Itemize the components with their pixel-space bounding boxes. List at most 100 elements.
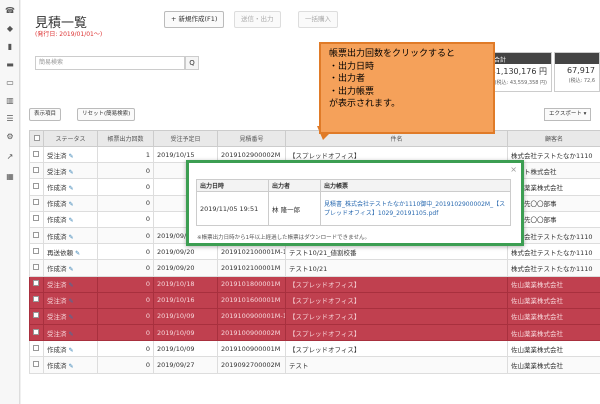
list-icon[interactable]: ☰ (5, 114, 15, 124)
estimate-number-cell[interactable]: 2019100900001M-1 (217, 307, 286, 326)
summary-box-right: 67,917 (税込: 72,6 (554, 52, 600, 92)
pencil-icon[interactable]: ✎ (69, 169, 74, 176)
callout-note: 帳票出力回数をクリックすると ・出力日時 ・出力者 ・出力帳票 が表示されます。 (319, 42, 495, 134)
calculator-icon[interactable]: ▦ (5, 172, 15, 182)
share-icon[interactable]: ↗ (5, 152, 15, 162)
output-count-cell[interactable]: 0 (97, 194, 154, 212)
output-count-cell[interactable]: 0 (97, 340, 154, 358)
export-button[interactable]: エクスポート ▾ (544, 108, 592, 121)
table-row[interactable]: 作成済 ✎ 0 2019/09/27 2019092700002M テスト 佐山薬業株式会… (29, 356, 600, 374)
pencil-icon[interactable]: ✎ (69, 363, 74, 370)
output-history-table: 出力日時 出力者 出力帳票 2019/11/05 19:51 林 隆一郎 見積書… (196, 179, 511, 226)
reset-button[interactable]: リセット(簡易検索) (77, 108, 136, 121)
row-checkbox[interactable] (29, 145, 44, 164)
pencil-icon[interactable]: ✎ (69, 314, 74, 321)
row-checkbox[interactable] (29, 356, 44, 374)
output-file-link[interactable]: 見積書_株式会社テストたなか1110御中_2019102900002M_【スプレ… (324, 201, 505, 217)
customer-cell: 佐山薬業株式会社 (507, 275, 600, 293)
row-checkbox[interactable] (29, 243, 44, 261)
select-all-checkbox[interactable] (29, 130, 44, 147)
output-history-row: 2019/11/05 19:51 林 隆一郎 見積書_株式会社テストたなか111… (196, 191, 511, 226)
pencil-icon[interactable]: ✎ (69, 347, 74, 354)
output-count-cell[interactable]: 1 (97, 145, 154, 164)
new-button[interactable]: + 新規作成(F1) (164, 11, 225, 28)
pencil-icon[interactable]: ✎ (69, 153, 74, 160)
column-header[interactable]: ステータス (43, 130, 98, 147)
send-output-button[interactable]: 送信・出力 (234, 11, 281, 28)
chart-icon[interactable]: ▮ (5, 42, 15, 52)
row-checkbox[interactable] (29, 291, 44, 309)
estimate-number-cell[interactable]: 2019101600001M (217, 291, 286, 309)
customer-cell: 佐山薬業株式会社 (507, 324, 600, 342)
column-header[interactable]: 受注予定日 (153, 130, 218, 147)
pencil-icon[interactable]: ✎ (69, 217, 74, 224)
row-checkbox[interactable] (29, 226, 44, 245)
table-row[interactable]: 再送依頼 ✎ 0 2019/09/20 2019102100001M-1 テスト10/2… (29, 243, 600, 261)
subject-cell: テスト (285, 356, 508, 374)
customer-cell: 株式会社テストたなか1110 (507, 243, 600, 261)
column-header[interactable]: 見積番号 (217, 130, 286, 147)
subject-cell: 【スプレッドオフィス】 (285, 307, 508, 326)
sidebar: ☎ ◆ ▮ ▬ ▭ ▥ ☰ ⚙ ↗ ▦ (0, 0, 20, 404)
subject-cell: テスト10/21 (285, 259, 508, 277)
row-checkbox[interactable] (29, 194, 44, 212)
pencil-icon[interactable]: ✎ (69, 185, 74, 192)
estimate-number-cell[interactable]: 2019092700002M (217, 356, 286, 374)
output-count-cell[interactable]: 0 (97, 178, 154, 196)
status-label: 作成済 (47, 183, 67, 192)
output-count-cell[interactable]: 0 (97, 356, 154, 374)
estimate-number-cell[interactable]: 2019100900002M (217, 324, 286, 342)
row-checkbox[interactable] (29, 178, 44, 196)
search-button[interactable]: Q (185, 56, 199, 70)
table-row[interactable]: 受注済 ✎ 0 2019/10/09 2019100900001M-1 【スプレッドオフ… (29, 307, 600, 326)
estimate-number-cell[interactable]: 2019102100001M (217, 259, 286, 277)
status-label: 作成済 (47, 216, 67, 225)
output-count-cell[interactable]: 0 (97, 162, 154, 180)
output-count-cell[interactable]: 0 (97, 210, 154, 228)
search-input[interactable]: 簡易検索 (35, 56, 185, 70)
folder-icon[interactable]: ▬ (5, 60, 15, 70)
table-row[interactable]: 受注済 ✎ 0 2019/10/09 2019100900002M 【スプレッドオフィス… (29, 324, 600, 342)
table-header-row: ステータス 帳票出力回数 受注予定日 見積番号 件名 顧客名 (29, 130, 600, 147)
row-checkbox[interactable] (29, 210, 44, 228)
view-columns-button[interactable]: 表示項目 (29, 108, 62, 121)
estimate-number-cell[interactable]: 2019100900001M (217, 340, 286, 358)
estimate-number-cell[interactable]: 2019101800001M (217, 275, 286, 293)
output-count-cell[interactable]: 0 (97, 275, 154, 293)
table-row[interactable]: 作成済 ✎ 0 2019/10/09 2019100900001M 【スプレッドオフィス… (29, 340, 600, 358)
bar-chart-icon[interactable]: ▥ (5, 96, 15, 106)
output-count-cell[interactable]: 0 (97, 243, 154, 261)
pencil-icon[interactable]: ✎ (69, 331, 74, 338)
column-header[interactable]: 帳票出力回数 (97, 130, 154, 147)
pencil-icon[interactable]: ✎ (75, 250, 80, 257)
column-header[interactable]: 顧客名 (507, 130, 600, 147)
row-checkbox[interactable] (29, 307, 44, 326)
estimate-number-cell[interactable]: 2019102100001M-1 (217, 243, 286, 261)
customer-cell: 佐山薬業株式会社 (507, 307, 600, 326)
phone-icon[interactable]: ☎ (5, 6, 15, 16)
row-checkbox[interactable] (29, 259, 44, 277)
pencil-icon[interactable]: ✎ (69, 298, 74, 305)
row-checkbox[interactable] (29, 275, 44, 293)
table-row[interactable]: 作成済 ✎ 0 2019/09/20 2019102100001M テスト10/21 株式… (29, 259, 600, 277)
table-row[interactable]: 受注済 ✎ 0 2019/10/18 2019101800001M 【スプレッドオフィス… (29, 275, 600, 293)
close-icon[interactable]: × (510, 165, 517, 174)
table-row[interactable]: 受注済 ✎ 0 2019/10/16 2019101600001M 【スプレッドオフィス… (29, 291, 600, 309)
bulk-purchase-button[interactable]: 一括購入 (298, 11, 338, 28)
pencil-icon[interactable]: ✎ (69, 282, 74, 289)
row-checkbox[interactable] (29, 162, 44, 180)
output-count-cell[interactable]: 0 (97, 324, 154, 342)
pencil-icon[interactable]: ✎ (69, 201, 74, 208)
popup-header: 出力者 (268, 179, 321, 192)
row-checkbox[interactable] (29, 340, 44, 358)
tag-icon[interactable]: ◆ (5, 24, 15, 34)
output-count-cell[interactable]: 0 (97, 259, 154, 277)
row-checkbox[interactable] (29, 324, 44, 342)
gear-icon[interactable]: ⚙ (5, 132, 15, 142)
output-count-cell[interactable]: 0 (97, 291, 154, 309)
output-count-cell[interactable]: 0 (97, 226, 154, 245)
output-count-cell[interactable]: 0 (97, 307, 154, 326)
pencil-icon[interactable]: ✎ (69, 234, 74, 241)
card-icon[interactable]: ▭ (5, 78, 15, 88)
pencil-icon[interactable]: ✎ (69, 266, 74, 273)
